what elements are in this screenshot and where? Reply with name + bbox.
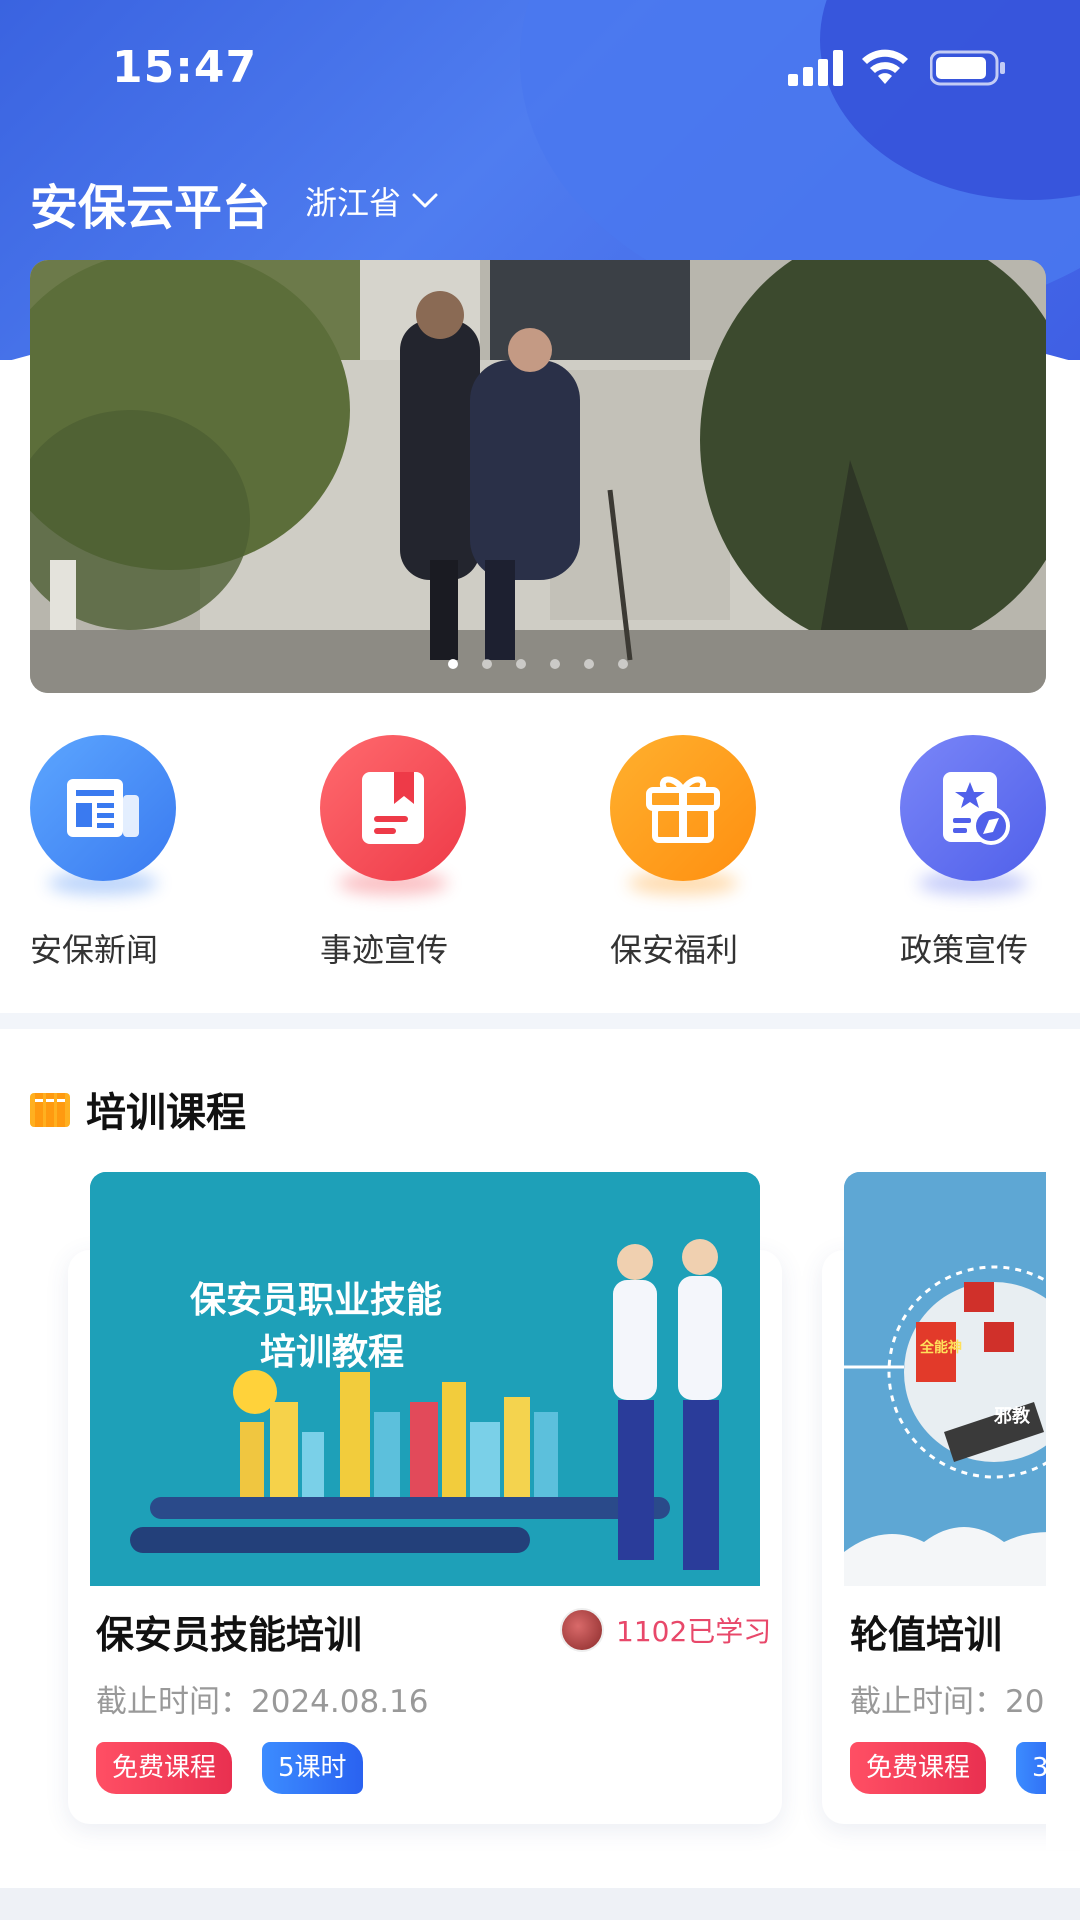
chevron-down-icon [412,193,438,208]
menu-policy-promotion[interactable]: 政策宣传 [900,735,1080,975]
gift-icon [610,735,756,881]
carousel-dot[interactable] [482,659,492,669]
free-course-tag: 免费课程 [850,1742,987,1794]
carousel-dot[interactable] [516,659,526,669]
course-deadline: 截止时间：2024.08.16 [96,1684,429,1720]
region-selector[interactable]: 浙江省 [305,178,439,224]
battery-icon [930,50,1005,86]
banner-photo [30,260,1046,693]
newspaper-icon [30,735,176,881]
status-bar: 15:47 [0,0,1080,140]
learner-count-label: 1102已学习 [616,1615,772,1648]
course-cover-image[interactable]: 保安员职业技能 培训教程 [90,1172,760,1586]
books-icon [30,1093,70,1127]
cover-text: 全能神 [919,1339,962,1356]
course-deadline: 截止时间：20 [850,1684,1045,1720]
bottom-divider [0,1888,1080,1920]
menu-label: 政策宣传 [900,931,1029,969]
menu-security-news[interactable]: 安保新闻 [30,735,210,975]
course-title: 轮值培训 [850,1613,1003,1657]
bookmark-book-icon [320,735,466,881]
lesson-hours-tag: 5课时 [262,1742,363,1794]
status-time: 15:47 [112,42,258,93]
menu-security-welfare[interactable]: 保安福利 [610,735,790,975]
cellular-signal-icon [788,50,844,86]
course-title: 保安员技能培训 [96,1613,363,1657]
cover-title-line2: 培训教程 [260,1332,404,1373]
section-title: 培训课程 [86,1090,246,1136]
avatar [560,1608,604,1652]
wifi-icon [862,49,908,84]
scroll-clip [1046,1150,1080,1850]
menu-label: 安保新闻 [30,931,159,969]
learner-count: 1102已学习 [560,1608,771,1652]
banner-carousel[interactable] [30,260,1046,693]
menu-deeds-promotion[interactable]: 事迹宣传 [320,735,500,975]
course-cover-image[interactable]: 全能神 邪教 [844,1172,1080,1586]
carousel-dot[interactable] [618,659,628,669]
section-divider [0,1013,1080,1029]
carousel-dot[interactable] [584,659,594,669]
cover-text: 邪教 [993,1405,1031,1427]
quick-menu: 安保新闻 事迹宣传 保安福利 政策宣传 [0,735,1080,975]
policy-document-icon [900,735,1046,881]
menu-label: 事迹宣传 [320,931,449,969]
carousel-dot[interactable] [448,659,458,669]
carousel-indicator [30,659,1046,669]
app-title: 安保云平台 [30,180,271,236]
cover-title-line1: 保安员职业技能 [190,1280,442,1321]
menu-label: 保安福利 [610,931,739,969]
carousel-dot[interactable] [550,659,560,669]
region-label: 浙江省 [305,184,402,222]
section-header: 培训课程 [30,1080,246,1138]
free-course-tag: 免费课程 [96,1742,233,1794]
